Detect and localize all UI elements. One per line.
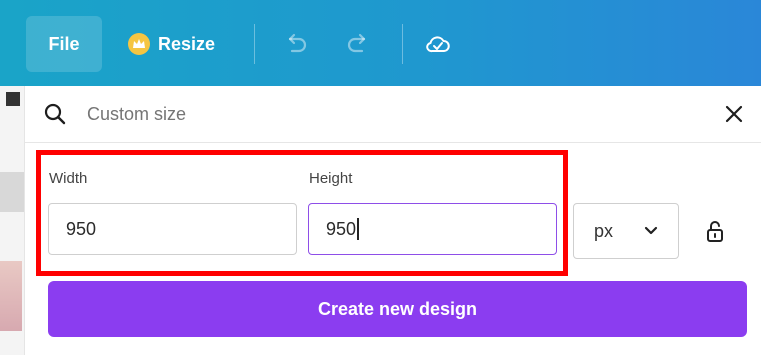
unit-value: px: [594, 220, 614, 241]
toolbar-divider: [402, 24, 403, 64]
height-value: 950: [326, 218, 357, 239]
width-label: Width: [49, 170, 88, 187]
close-icon[interactable]: [722, 102, 746, 126]
width-value: 950: [66, 218, 97, 239]
unlocked-padlock-icon[interactable]: [705, 220, 725, 242]
resize-label: Resize: [158, 33, 216, 54]
redo-icon[interactable]: [344, 30, 372, 58]
create-new-design-label: Create new design: [317, 298, 478, 319]
canvas-background-strip: [0, 86, 24, 355]
crown-icon: [128, 33, 150, 55]
create-new-design-button[interactable]: Create new design: [48, 281, 747, 337]
text-cursor: [357, 218, 359, 240]
file-menu-label: File: [48, 33, 80, 54]
width-field[interactable]: 950: [48, 203, 297, 255]
unit-dropdown[interactable]: px: [573, 203, 679, 259]
cloud-check-icon[interactable]: [424, 30, 452, 58]
custom-size-panel: Width Height 950 950 px Create new desig…: [24, 86, 761, 355]
toolbar-divider: [254, 24, 255, 64]
undo-icon[interactable]: [282, 30, 310, 58]
custom-size-search-row: [25, 86, 761, 143]
canvas-fragment: [0, 172, 24, 212]
file-menu-button[interactable]: File: [26, 16, 102, 72]
height-label: Height: [309, 170, 353, 187]
canvas-fragment: [6, 92, 20, 106]
custom-size-search-input[interactable]: [87, 100, 647, 128]
top-toolbar: File Resize: [0, 0, 761, 86]
search-icon: [44, 103, 66, 125]
height-field[interactable]: 950: [308, 203, 557, 255]
resize-button[interactable]: Resize: [128, 22, 215, 66]
chevron-down-icon: [644, 226, 658, 235]
canvas-fragment: [0, 261, 22, 331]
